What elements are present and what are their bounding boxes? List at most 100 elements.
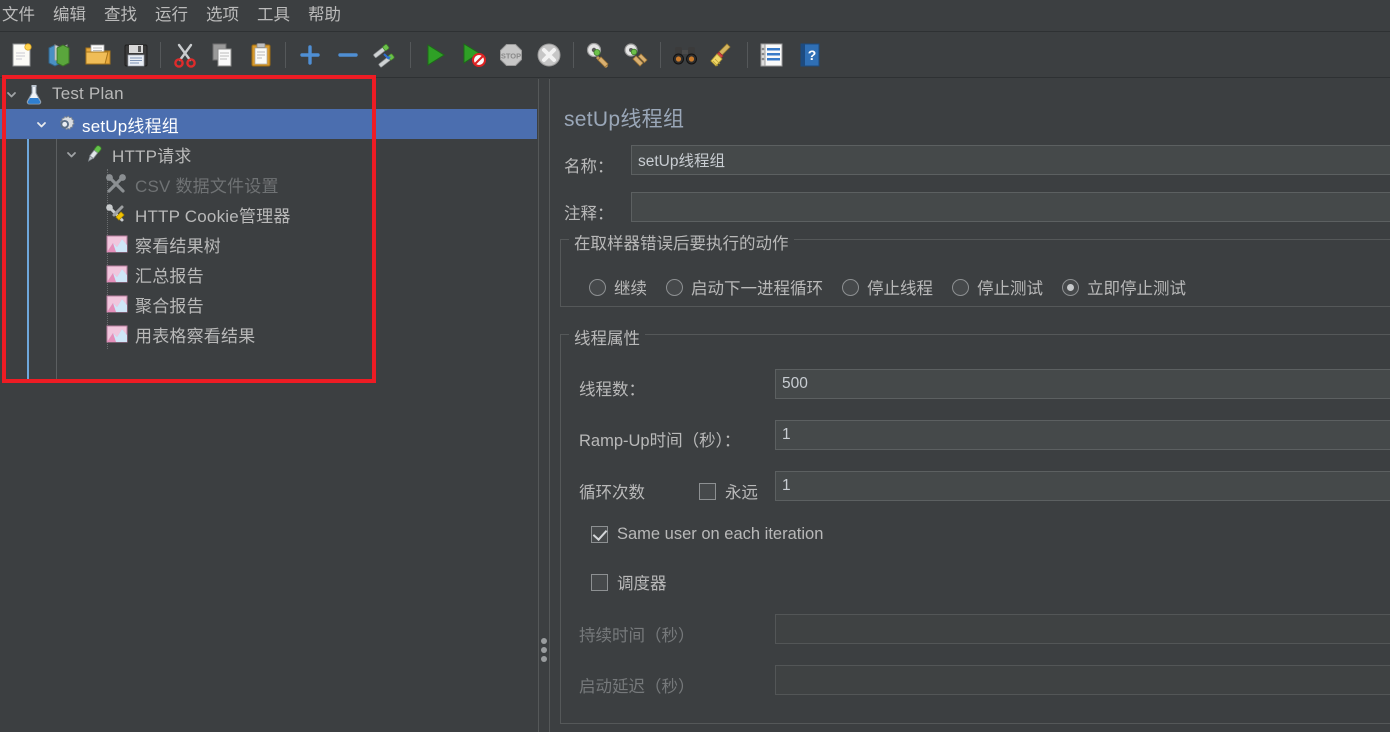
radio-mark[interactable] <box>1062 278 1079 296</box>
scheduler-checkbox[interactable]: 调度器 <box>591 570 667 594</box>
toolbar-separator <box>280 42 291 68</box>
name-label: 名称： <box>564 158 614 176</box>
radio-start-next-loop[interactable]: 启动下一进程循环 <box>666 275 823 299</box>
clear-icon[interactable] <box>579 35 617 75</box>
radio-label: 停止线程 <box>867 280 933 298</box>
comment-input[interactable] <box>631 192 1390 222</box>
checkbox-mark[interactable] <box>591 526 608 543</box>
menu-file[interactable]: 文件 <box>0 3 44 29</box>
error-action-radio-group: 继续 启动下一进程循环 停止线程 停止测试 立即停止测试 <box>589 275 1205 299</box>
checkbox-mark[interactable] <box>699 482 716 500</box>
http-sampler-icon <box>82 143 106 165</box>
startup-delay-label: 启动延迟（秒） <box>579 678 695 696</box>
loop-count-input[interactable]: 1 <box>775 471 1390 501</box>
save-icon[interactable] <box>117 35 155 75</box>
tree-node-http-cookie-manager[interactable]: HTTP Cookie管理器 <box>0 199 537 229</box>
toggle-enable-icon[interactable] <box>367 35 405 75</box>
search-binoculars-icon[interactable] <box>666 35 704 75</box>
startup-delay-input[interactable] <box>775 665 1390 695</box>
radio-stop-thread[interactable]: 停止线程 <box>842 275 933 299</box>
collapse-minus-icon[interactable] <box>329 35 367 75</box>
templates-icon[interactable] <box>41 35 79 75</box>
start-no-timers-icon[interactable] <box>454 35 492 75</box>
radio-continue[interactable]: 继续 <box>589 275 647 299</box>
radio-stop-test[interactable]: 停止测试 <box>952 275 1043 299</box>
toolbar-separator <box>155 42 166 68</box>
rampup-input[interactable]: 1 <box>775 420 1390 450</box>
loop-count-label: 循环次数 <box>579 484 645 502</box>
menu-run[interactable]: 运行 <box>146 3 197 29</box>
tree-node-label: CSV 数据文件设置 <box>135 176 279 196</box>
same-user-label: Same user on each iteration <box>617 525 824 543</box>
panel-splitter[interactable] <box>537 79 551 732</box>
tree-node-view-results-in-table[interactable]: 用表格察看结果 <box>0 319 537 349</box>
radio-stop-test-now[interactable]: 立即停止测试 <box>1062 275 1186 299</box>
tree-node-label: 汇总报告 <box>135 266 204 286</box>
radio-mark[interactable] <box>589 278 606 296</box>
name-input[interactable]: setUp线程组 <box>631 145 1390 175</box>
copy-icon[interactable] <box>204 35 242 75</box>
menu-search[interactable]: 查找 <box>95 3 146 29</box>
radio-label: 启动下一进程循环 <box>691 280 823 298</box>
forever-checkbox[interactable]: 永远 <box>699 479 758 503</box>
radio-mark[interactable] <box>842 278 859 296</box>
jmeter-window: 文件 编辑 查找 运行 选项 工具 帮助 STOP ? Test Plan se… <box>0 0 1390 732</box>
tree-node-view-results-tree[interactable]: 察看结果树 <box>0 229 537 259</box>
chevron-down-icon[interactable] <box>0 83 22 105</box>
tree-node-label: 用表格察看结果 <box>135 326 256 346</box>
setup-thread-group-icon <box>52 113 76 135</box>
tree-node-test-plan[interactable]: Test Plan <box>0 79 537 109</box>
config-element-icon <box>105 173 129 195</box>
paste-clipboard-icon[interactable] <box>242 35 280 75</box>
clear-all-icon[interactable] <box>617 35 655 75</box>
toolbar-separator <box>742 42 753 68</box>
function-helper-icon[interactable] <box>753 35 791 75</box>
tree-node-csv-data-set-config[interactable]: CSV 数据文件设置 <box>0 169 537 199</box>
stop-icon[interactable]: STOP <box>492 35 530 75</box>
menu-options[interactable]: 选项 <box>197 3 248 29</box>
listener-icon <box>105 233 129 255</box>
rampup-label: Ramp-Up时间（秒）： <box>579 432 741 450</box>
menu-help[interactable]: 帮助 <box>299 3 350 29</box>
menu-tools[interactable]: 工具 <box>248 3 299 29</box>
tree-node-http-request[interactable]: HTTP请求 <box>0 139 537 169</box>
new-file-icon[interactable] <box>3 35 41 75</box>
duration-label: 持续时间（秒） <box>579 627 695 645</box>
open-folder-icon[interactable] <box>79 35 117 75</box>
radio-label: 停止测试 <box>977 280 1043 298</box>
thread-count-input[interactable]: 500 <box>775 369 1390 399</box>
cut-scissors-icon[interactable] <box>166 35 204 75</box>
svg-text:STOP: STOP <box>501 52 521 61</box>
tree-node-label: Test Plan <box>52 84 124 103</box>
forever-label: 永远 <box>725 484 758 502</box>
page-title: setUp线程组 <box>564 108 685 131</box>
toolbar-separator <box>405 42 416 68</box>
splitter-grip-dots[interactable] <box>541 638 547 662</box>
chevron-down-icon[interactable] <box>60 143 82 165</box>
radio-mark[interactable] <box>666 278 683 296</box>
tree-node-summary-report[interactable]: 汇总报告 <box>0 259 537 289</box>
chevron-down-icon[interactable] <box>30 113 52 135</box>
toolbar-separator <box>568 42 579 68</box>
tree-node-aggregate-report[interactable]: 聚合报告 <box>0 289 537 319</box>
svg-text:?: ? <box>808 47 817 63</box>
help-book-icon[interactable]: ? <box>791 35 829 75</box>
listener-icon <box>105 323 129 345</box>
expand-plus-icon[interactable] <box>291 35 329 75</box>
checkbox-mark[interactable] <box>591 573 608 591</box>
same-user-checkbox[interactable]: Same user on each iteration <box>591 525 823 544</box>
toolbar: STOP ? <box>0 33 1390 78</box>
tree-node-setup-thread-group[interactable]: setUp线程组 <box>0 109 537 139</box>
start-play-icon[interactable] <box>416 35 454 75</box>
radio-label: 立即停止测试 <box>1087 280 1186 298</box>
shutdown-icon[interactable] <box>530 35 568 75</box>
listener-icon <box>105 293 129 315</box>
reset-search-broom-icon[interactable] <box>704 35 742 75</box>
test-plan-tree[interactable]: Test Plan setUp线程组 HTTP请求 CSV 数据文件设置 HTT… <box>0 79 537 732</box>
menu-edit[interactable]: 编辑 <box>44 3 95 29</box>
comment-label: 注释： <box>564 205 614 223</box>
duration-input[interactable] <box>775 614 1390 644</box>
tree-node-label: 察看结果树 <box>135 236 221 256</box>
radio-mark[interactable] <box>952 278 969 296</box>
listener-icon <box>105 263 129 285</box>
